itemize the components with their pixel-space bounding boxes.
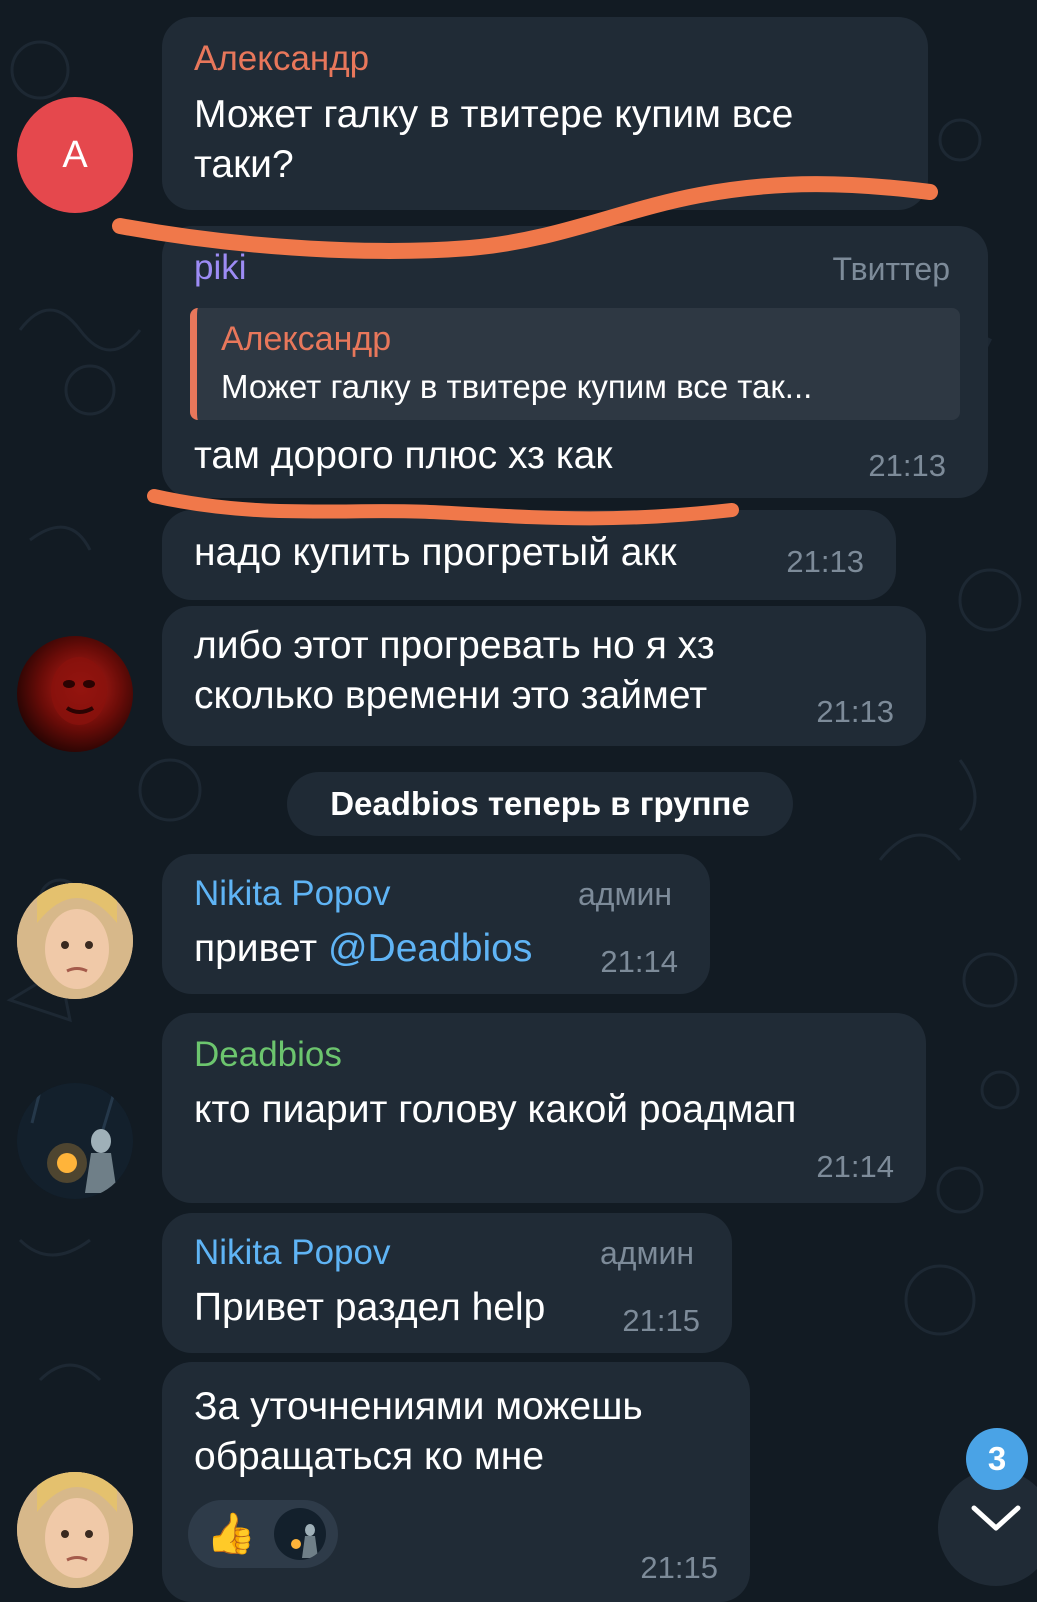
annotation-strokes <box>112 176 938 526</box>
chevron-down-icon <box>971 1505 1021 1531</box>
unread-count-badge: 3 <box>966 1428 1028 1490</box>
